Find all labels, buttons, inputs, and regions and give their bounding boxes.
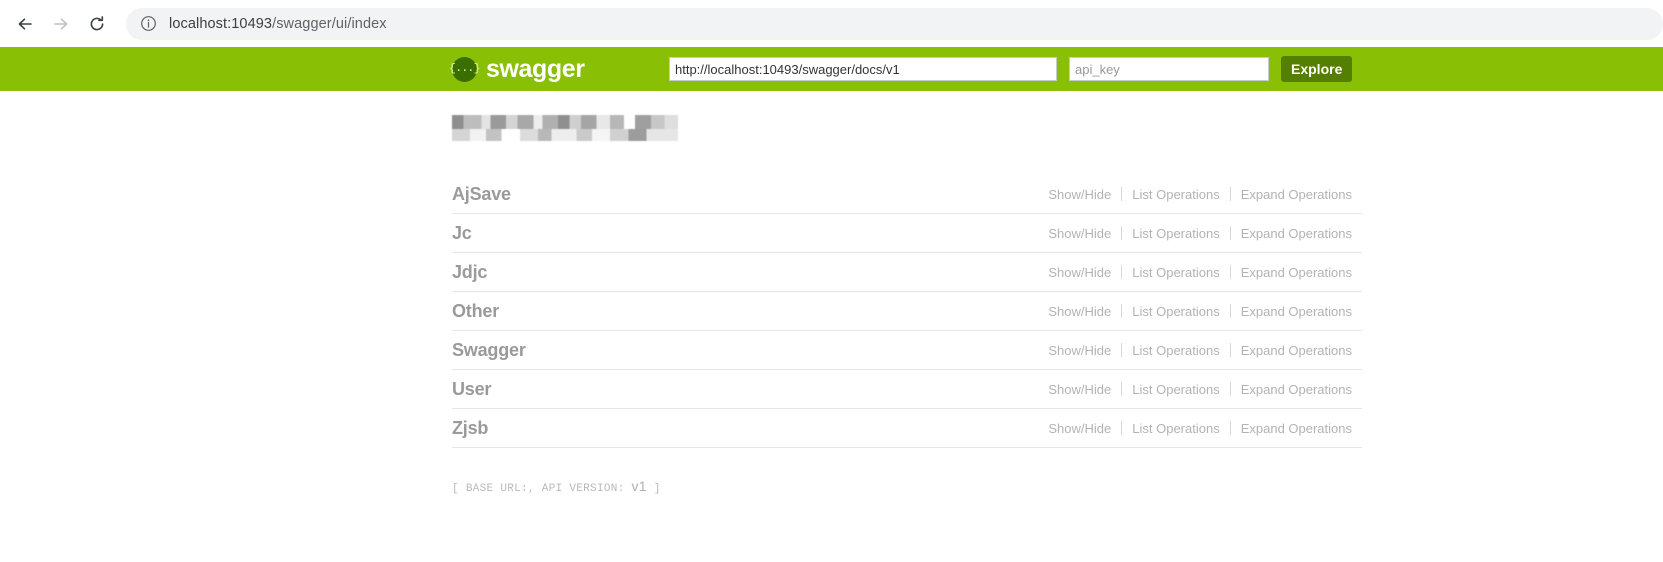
list-operations-link[interactable]: List Operations bbox=[1122, 343, 1229, 358]
table-row[interactable]: AjSave Show/Hide List Operations Expand … bbox=[452, 175, 1362, 214]
api-title-redacted bbox=[452, 115, 678, 141]
base-url-value: , bbox=[527, 483, 535, 495]
base-url-label: BASE URL: bbox=[465, 483, 528, 495]
list-operations-link[interactable]: List Operations bbox=[1122, 421, 1229, 436]
list-operations-link[interactable]: List Operations bbox=[1122, 382, 1229, 397]
api-version-value: v1 bbox=[631, 478, 647, 494]
show-hide-link[interactable]: Show/Hide bbox=[1038, 304, 1121, 319]
expand-operations-link[interactable]: Expand Operations bbox=[1231, 187, 1362, 202]
table-row[interactable]: Jdjc Show/Hide List Operations Expand Op… bbox=[452, 253, 1362, 292]
show-hide-link[interactable]: Show/Hide bbox=[1038, 421, 1121, 436]
resource-operations: Show/Hide List Operations Expand Operati… bbox=[1038, 226, 1362, 241]
expand-operations-link[interactable]: Expand Operations bbox=[1231, 343, 1362, 358]
address-bar[interactable]: localhost:10493/swagger/ui/index bbox=[126, 7, 1663, 40]
list-operations-link[interactable]: List Operations bbox=[1122, 226, 1229, 241]
resource-operations: Show/Hide List Operations Expand Operati… bbox=[1038, 265, 1362, 280]
address-bar-url: localhost:10493/swagger/ui/index bbox=[169, 16, 387, 32]
swagger-docs-url-input[interactable] bbox=[669, 57, 1057, 81]
expand-operations-link[interactable]: Expand Operations bbox=[1231, 304, 1362, 319]
swagger-main-content: AjSave Show/Hide List Operations Expand … bbox=[0, 91, 1663, 495]
show-hide-link[interactable]: Show/Hide bbox=[1038, 187, 1121, 202]
table-row[interactable]: Other Show/Hide List Operations Expand O… bbox=[452, 292, 1362, 331]
back-button[interactable] bbox=[8, 7, 42, 41]
expand-operations-link[interactable]: Expand Operations bbox=[1231, 421, 1362, 436]
resource-operations: Show/Hide List Operations Expand Operati… bbox=[1038, 187, 1362, 202]
swagger-logo-text: swagger bbox=[486, 54, 585, 83]
api-footer-info: [ BASE URL:, API VERSION: v1 ] bbox=[452, 478, 1663, 495]
url-path: /swagger/ui/index bbox=[272, 15, 387, 32]
resource-name[interactable]: Zjsb bbox=[452, 418, 488, 439]
show-hide-link[interactable]: Show/Hide bbox=[1038, 226, 1121, 241]
table-row[interactable]: Zjsb Show/Hide List Operations Expand Op… bbox=[452, 409, 1362, 448]
resource-name[interactable]: Swagger bbox=[452, 340, 526, 361]
list-operations-link[interactable]: List Operations bbox=[1122, 187, 1229, 202]
reload-icon bbox=[87, 14, 107, 34]
table-row[interactable]: Jc Show/Hide List Operations Expand Oper… bbox=[452, 214, 1362, 253]
expand-operations-link[interactable]: Expand Operations bbox=[1231, 382, 1362, 397]
list-operations-link[interactable]: List Operations bbox=[1122, 304, 1229, 319]
resource-operations: Show/Hide List Operations Expand Operati… bbox=[1038, 421, 1362, 436]
resource-operations: Show/Hide List Operations Expand Operati… bbox=[1038, 304, 1362, 319]
resource-name[interactable]: Jc bbox=[452, 223, 472, 244]
footer-open-bracket: [ bbox=[452, 483, 459, 495]
forward-button[interactable] bbox=[44, 7, 78, 41]
arrow-left-icon bbox=[15, 14, 35, 34]
resource-name[interactable]: Other bbox=[452, 301, 499, 322]
show-hide-link[interactable]: Show/Hide bbox=[1038, 265, 1121, 280]
table-row[interactable]: User Show/Hide List Operations Expand Op… bbox=[452, 370, 1362, 409]
resource-operations: Show/Hide List Operations Expand Operati… bbox=[1038, 382, 1362, 397]
resource-operations: Show/Hide List Operations Expand Operati… bbox=[1038, 343, 1362, 358]
swagger-logo-glyph: {...} bbox=[449, 62, 480, 75]
show-hide-link[interactable]: Show/Hide bbox=[1038, 382, 1121, 397]
api-key-input[interactable] bbox=[1069, 57, 1269, 81]
swagger-header: {...} swagger Explore bbox=[0, 47, 1663, 91]
expand-operations-link[interactable]: Expand Operations bbox=[1231, 226, 1362, 241]
swagger-logo[interactable]: {...} swagger bbox=[449, 54, 585, 83]
info-circle-icon[interactable] bbox=[140, 15, 157, 32]
explore-button[interactable]: Explore bbox=[1281, 56, 1353, 82]
resource-list: AjSave Show/Hide List Operations Expand … bbox=[452, 175, 1362, 448]
api-version-label: API VERSION: bbox=[541, 483, 625, 495]
url-host: localhost:10493 bbox=[169, 15, 273, 32]
arrow-right-icon bbox=[51, 14, 71, 34]
resource-name[interactable]: User bbox=[452, 379, 491, 400]
footer-close-bracket: ] bbox=[653, 483, 661, 495]
show-hide-link[interactable]: Show/Hide bbox=[1038, 343, 1121, 358]
resource-name[interactable]: AjSave bbox=[452, 184, 511, 205]
list-operations-link[interactable]: List Operations bbox=[1122, 265, 1229, 280]
table-row[interactable]: Swagger Show/Hide List Operations Expand… bbox=[452, 331, 1362, 370]
reload-button[interactable] bbox=[80, 7, 114, 41]
resource-name[interactable]: Jdjc bbox=[452, 262, 487, 283]
swagger-logo-icon: {...} bbox=[449, 56, 480, 82]
browser-toolbar: localhost:10493/swagger/ui/index bbox=[0, 0, 1663, 47]
expand-operations-link[interactable]: Expand Operations bbox=[1231, 265, 1362, 280]
